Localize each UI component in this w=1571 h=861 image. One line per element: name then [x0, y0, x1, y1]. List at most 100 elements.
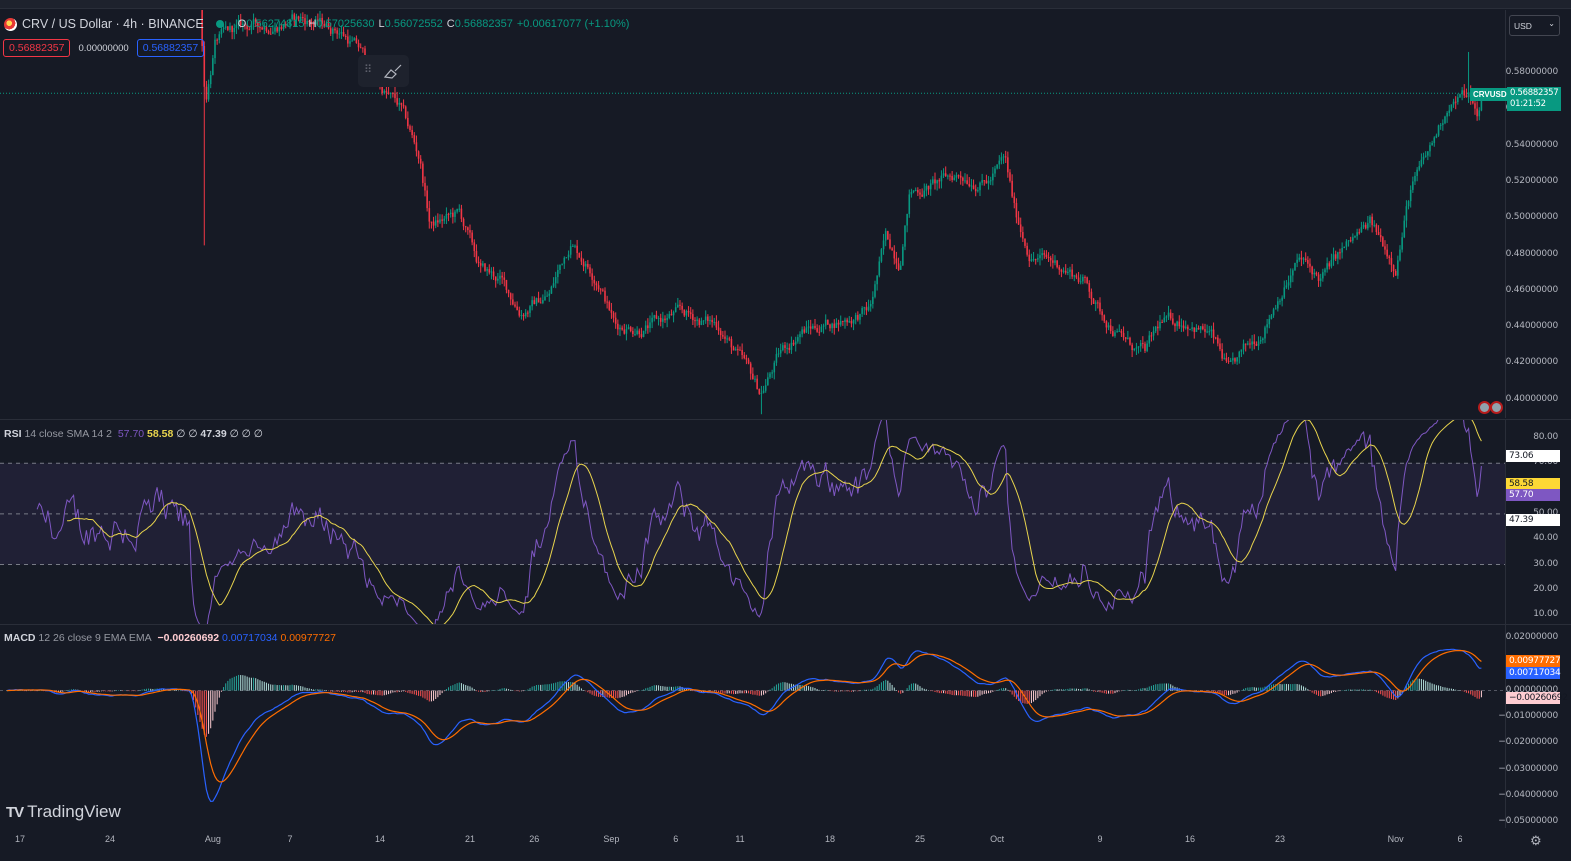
candle [636, 326, 638, 336]
macd-histogram-bar [437, 690, 439, 698]
candle [212, 55, 214, 76]
candle-body [824, 319, 827, 326]
candle-body [520, 314, 523, 316]
macd-histogram-bar [928, 690, 930, 691]
candle-body [784, 345, 786, 348]
macd-histogram-bar [891, 684, 893, 691]
macd-histogram-bar [722, 690, 724, 694]
macd-histogram-bar [90, 690, 92, 693]
events-markers[interactable] [1478, 401, 1503, 414]
us-flag-event-icon[interactable] [1490, 401, 1503, 414]
candle [477, 256, 480, 268]
macd-histogram-bar [846, 690, 848, 692]
market-status-icon[interactable] [215, 20, 224, 28]
macd-histogram-bar [1213, 690, 1215, 692]
macd-histogram-bar [623, 690, 625, 697]
candle [925, 183, 928, 197]
candle [422, 161, 424, 187]
candle [1324, 267, 1326, 276]
candle [771, 369, 773, 379]
drawing-toolbar[interactable]: ⠿ [358, 55, 409, 87]
macd-histogram-bar [1296, 684, 1298, 691]
macd-histogram-bar [1086, 688, 1088, 691]
macd-histogram-bar [525, 690, 527, 691]
macd-histogram-bar [1056, 689, 1058, 691]
candle [584, 260, 587, 274]
candle-body [1457, 97, 1459, 103]
candle [432, 216, 435, 232]
candle-body [1328, 263, 1331, 267]
candle [827, 319, 829, 325]
candle-body [1232, 358, 1234, 361]
price-pane[interactable] [0, 10, 1505, 418]
candle [1112, 326, 1114, 337]
sell-button[interactable]: 0.56882357 [3, 39, 71, 57]
macd-histogram-bar [1249, 687, 1251, 691]
candle [1356, 228, 1358, 240]
price-axis[interactable]: 0.580000000.560000000.540000000.52000000… [1505, 10, 1571, 418]
candle [1446, 111, 1448, 123]
candle-body [1060, 269, 1063, 272]
macd-histogram-bar [1320, 690, 1322, 697]
rsi-chart[interactable] [0, 420, 1505, 624]
candle [443, 215, 446, 224]
macd-histogram-bar [1416, 678, 1418, 691]
candle [479, 259, 482, 273]
symbol-title[interactable]: CRV / US Dollar · 4h · BINANCE [22, 17, 204, 31]
candlestick-chart[interactable] [0, 10, 1505, 418]
candle-body [835, 322, 838, 328]
macd-histogram-bar [484, 690, 486, 692]
rsi-pane[interactable] [0, 420, 1505, 624]
macd-histogram-bar [321, 689, 323, 691]
time-tick: Aug [204, 834, 221, 844]
currency-select[interactable]: USD ⌄ [1509, 15, 1560, 36]
candle [1307, 256, 1309, 268]
tradingview-logo[interactable]: TV TradingView [6, 802, 121, 822]
candle [428, 200, 431, 229]
candle [1073, 274, 1076, 282]
drag-handle-icon[interactable]: ⠿ [364, 63, 372, 76]
candle-body [456, 209, 458, 212]
macd-histogram-bar [180, 690, 182, 692]
candle-body [957, 175, 960, 177]
macd-histogram-bar [527, 689, 529, 691]
price-tick: 0.54000000 [1505, 139, 1559, 150]
macd-histogram-bar [580, 688, 582, 691]
settings-gear-icon[interactable]: ⚙ [1530, 833, 1542, 849]
macd-histogram-bar [990, 690, 992, 693]
candle-body [1210, 329, 1213, 332]
macd-histogram-bar [1210, 690, 1212, 692]
candle-body [539, 302, 542, 304]
candle [589, 264, 591, 277]
macd-histogram-bar [833, 690, 835, 692]
candle-body [447, 213, 450, 215]
macd-pane[interactable] [0, 625, 1505, 828]
candle [953, 174, 956, 181]
high-value: 0.57025630 [316, 18, 375, 30]
candle [544, 289, 546, 301]
macd-chart[interactable] [0, 625, 1505, 828]
candle-body [638, 330, 641, 335]
macd-histogram-bar [1150, 685, 1152, 691]
macd-histogram-bar [227, 680, 229, 691]
candle-body [1208, 331, 1211, 333]
candle [1232, 352, 1234, 365]
candle [1292, 268, 1294, 283]
rsi-legend[interactable]: RSI 14 close SMA 14 2 57.70 58.58 ∅ ∅ 47… [4, 428, 263, 440]
candle-body [1446, 112, 1448, 117]
candle-body [432, 221, 435, 226]
candle [509, 292, 512, 306]
candle [1343, 246, 1346, 249]
macd-histogram-bar [1208, 690, 1210, 692]
candle [655, 310, 658, 320]
brush-icon[interactable] [382, 61, 404, 81]
candle-body [207, 84, 210, 100]
time-tick: 23 [1274, 834, 1285, 844]
candle-body [522, 314, 525, 317]
macd-histogram-bar [1446, 687, 1448, 691]
macd-histogram-bar [105, 690, 107, 692]
candle-body [861, 308, 863, 314]
buy-button[interactable]: 0.56882357 [136, 39, 205, 57]
macd-legend[interactable]: MACD 12 26 close 9 EMA EMA −0.00260692 0… [4, 632, 336, 644]
macd-histogram-bar [634, 690, 636, 692]
